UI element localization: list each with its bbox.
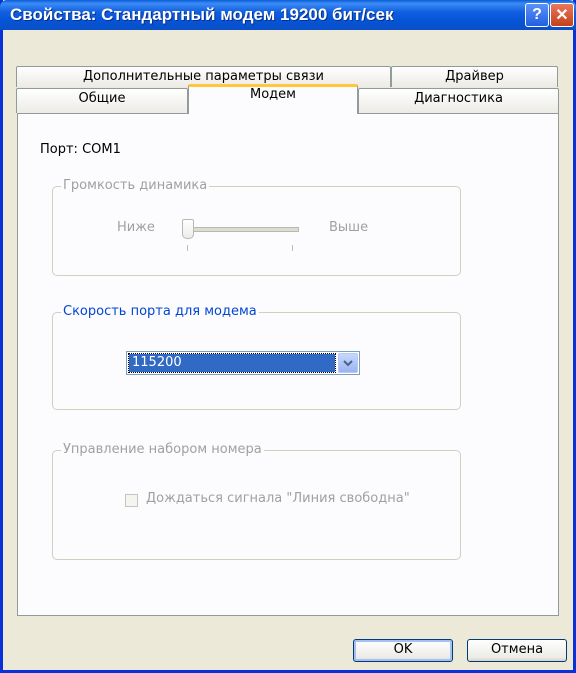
wait-dial-tone-checkbox[interactable]: [125, 494, 138, 507]
volume-tick-min: [187, 245, 188, 251]
tab-diagnostics[interactable]: Диагностика: [358, 88, 559, 113]
close-icon: ✕: [555, 7, 569, 24]
dial-control-group: Управление набором номера Дождаться сигн…: [52, 442, 461, 560]
volume-slider-thumb[interactable]: [182, 219, 194, 239]
volume-slider-track[interactable]: [189, 227, 299, 232]
properties-dialog: Свойства: Стандартный модем 19200 бит/се…: [0, 0, 576, 673]
volume-low-label: Ниже: [117, 220, 155, 235]
port-label: Порт: COM1: [40, 142, 121, 157]
volume-high-label: Выше: [329, 220, 369, 235]
close-button[interactable]: ✕: [550, 3, 574, 27]
wait-dial-tone-label: Дождаться сигнала "Линия свободна": [146, 491, 410, 506]
speaker-volume-group: Громкость динамика Ниже Выше: [52, 178, 461, 276]
speaker-volume-title: Громкость динамика: [61, 178, 210, 193]
ok-button[interactable]: OK: [353, 639, 453, 662]
port-speed-value: 115200: [128, 353, 336, 373]
help-button[interactable]: ?: [525, 3, 549, 27]
cancel-button[interactable]: Отмена: [467, 639, 567, 662]
port-speed-title: Скорость порта для модема: [61, 304, 259, 319]
help-icon: ?: [532, 6, 542, 23]
volume-tick-max: [292, 245, 293, 251]
tab-general[interactable]: Общие: [16, 88, 188, 113]
dropdown-button[interactable]: [338, 353, 358, 373]
port-speed-group: Скорость порта для модема 115200: [52, 304, 461, 410]
port-speed-select[interactable]: 115200: [126, 351, 360, 375]
tab-modem[interactable]: Модем: [188, 84, 358, 114]
window-title: Свойства: Стандартный модем 19200 бит/се…: [10, 5, 394, 24]
dial-control-title: Управление набором номера: [61, 442, 264, 457]
tab-driver[interactable]: Драйвер: [391, 66, 558, 87]
title-bar[interactable]: Свойства: Стандартный модем 19200 бит/се…: [0, 0, 576, 30]
chevron-down-icon: [343, 359, 353, 366]
modem-tab-panel: Порт: COM1 Громкость динамика Ниже Выше …: [17, 113, 559, 616]
